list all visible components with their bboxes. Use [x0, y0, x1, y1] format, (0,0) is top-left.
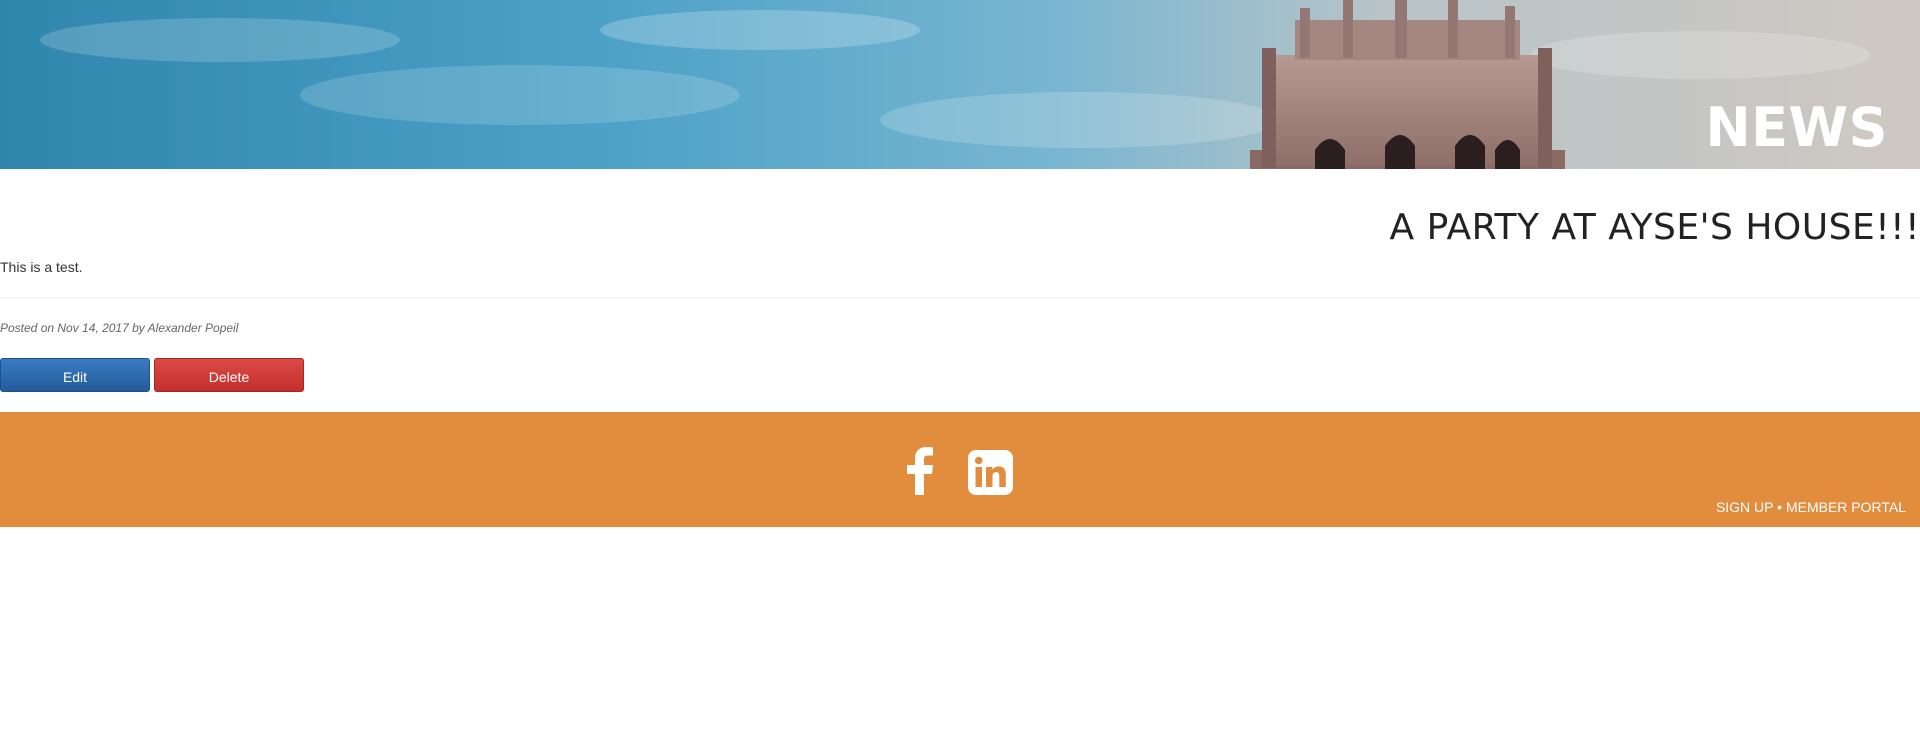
footer-separator: • — [1777, 499, 1783, 515]
divider — [0, 297, 1920, 298]
page-title: NEWS — [1705, 96, 1888, 159]
article-byline: Posted on Nov 14, 2017 by Alexander Pope… — [0, 321, 239, 335]
linkedin-icon — [968, 450, 1013, 495]
article-body: This is a test. — [0, 259, 83, 275]
edit-button[interactable]: Edit — [0, 358, 150, 392]
facebook-icon — [907, 447, 933, 495]
sign-up-link[interactable]: SIGN UP — [1716, 499, 1773, 515]
delete-button[interactable]: Delete — [154, 358, 304, 392]
footer: SIGN UP • MEMBER PORTAL — [0, 412, 1920, 527]
campus-tower-image — [40, 0, 1870, 169]
member-portal-link[interactable]: MEMBER PORTAL — [1786, 499, 1906, 515]
hero-banner: NEWS — [0, 0, 1920, 169]
article-title: A PARTY AT AYSE'S HOUSE!!! — [1389, 207, 1920, 248]
footer-links: SIGN UP • MEMBER PORTAL — [1716, 498, 1906, 516]
